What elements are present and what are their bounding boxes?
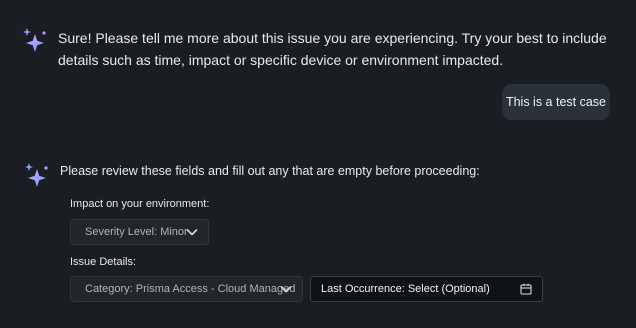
category-dropdown[interactable]: Category: Prisma Access - Cloud Managed	[70, 276, 303, 302]
assistant-message: Please review these fields and fill out …	[60, 164, 480, 178]
issue-details-label: Issue Details:	[70, 256, 137, 268]
assistant-message: Sure! Please tell me more about this iss…	[58, 30, 607, 68]
impact-label: Impact on your environment:	[70, 198, 210, 210]
severity-dropdown[interactable]: Severity Level: Minor	[70, 219, 209, 245]
sparkle-icon	[25, 163, 48, 187]
chat-page: Sure! Please tell me more about this iss…	[0, 0, 636, 328]
sparkle-icon	[23, 28, 46, 52]
chevron-down-icon	[186, 229, 198, 236]
category-dropdown-value: Category: Prisma Access - Cloud Managed	[85, 283, 296, 295]
chevron-down-icon	[280, 286, 292, 293]
last-occurrence-field[interactable]: Last Occurrence: Select (Optional)	[310, 276, 543, 302]
calendar-icon[interactable]	[520, 283, 532, 295]
severity-dropdown-value: Severity Level: Minor	[85, 226, 188, 238]
last-occurrence-value: Last Occurrence: Select (Optional)	[321, 283, 490, 295]
user-message-text: This is a test case	[505, 95, 607, 109]
user-message-bubble: This is a test case	[502, 84, 610, 120]
